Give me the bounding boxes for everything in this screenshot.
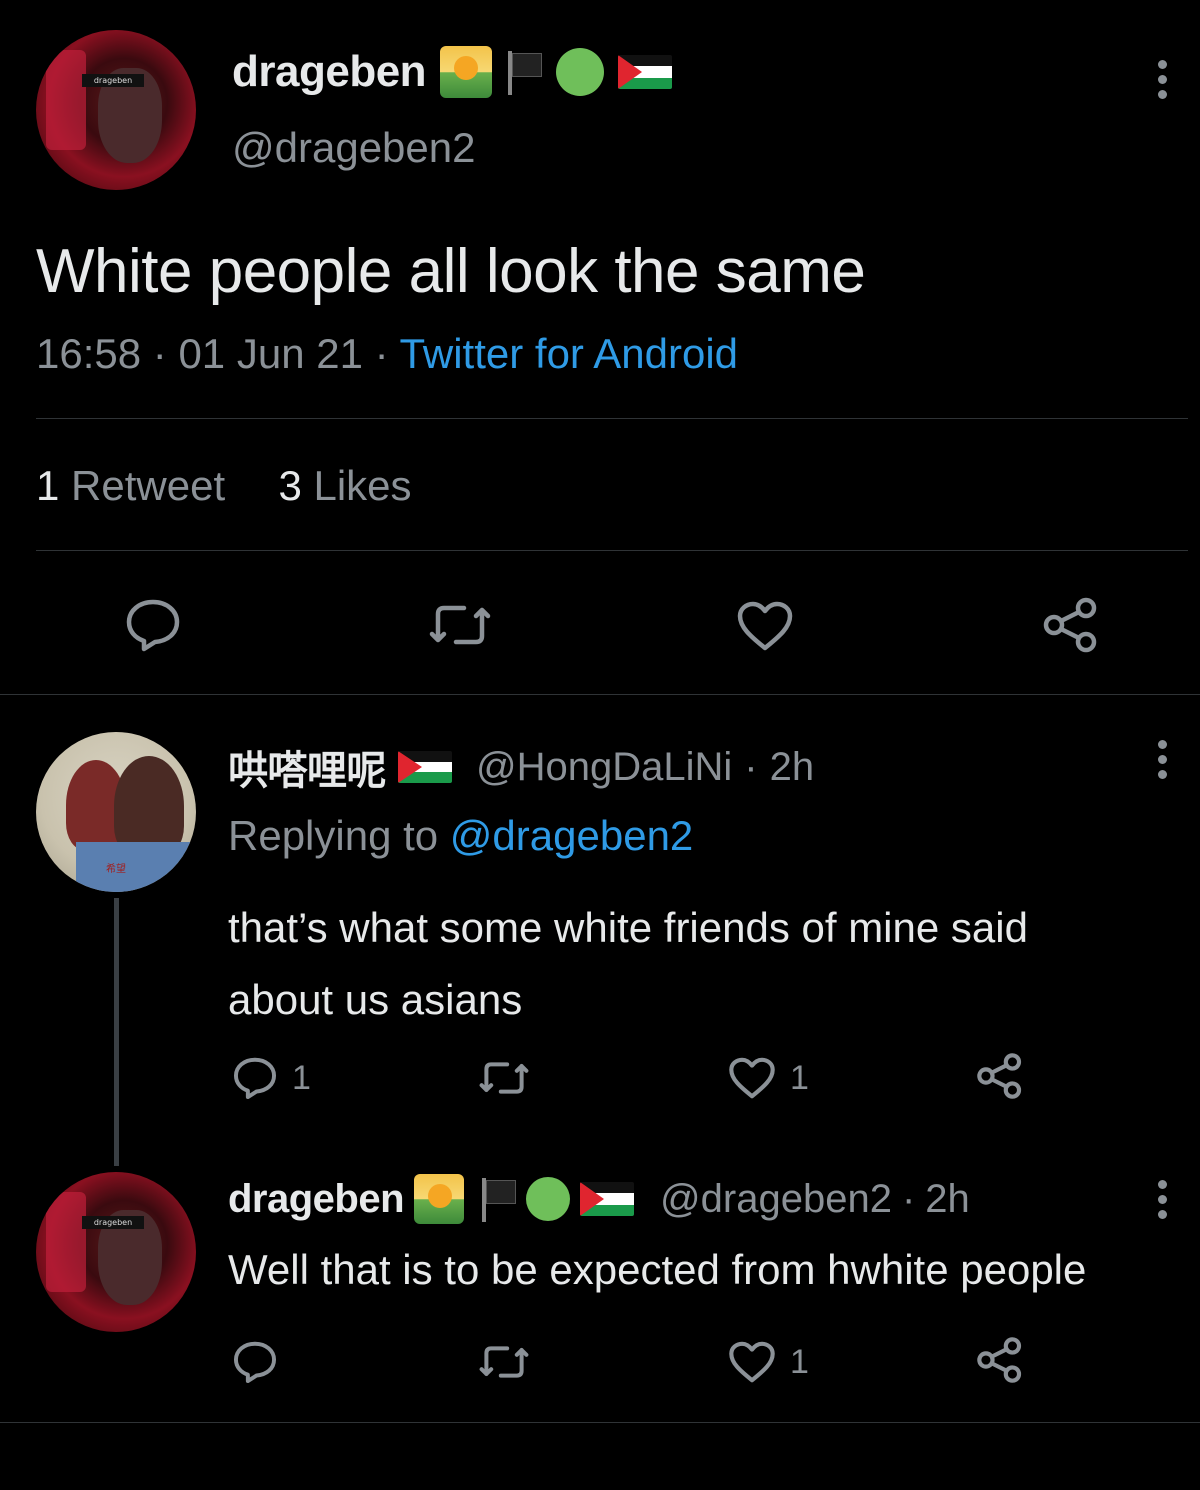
retweet-button[interactable]: [478, 1058, 530, 1098]
more-icon[interactable]: [1158, 740, 1168, 785]
mention-link[interactable]: @drageben2: [450, 812, 694, 859]
avatar[interactable]: 希望: [36, 732, 196, 892]
reply-text: that’s what some white friends of mine s…: [228, 904, 1028, 1023]
retweet-icon: [479, 1062, 529, 1094]
retweets-stat[interactable]: 1 Retweet: [36, 462, 225, 509]
like-count: 1: [790, 1342, 809, 1381]
tweet-age: 2h: [925, 1176, 970, 1221]
author-line: 哄嗒哩呢 @HongDaLiNi · 2h: [228, 738, 814, 796]
tweet-source-link[interactable]: Twitter for Android: [400, 330, 738, 377]
palestine-flag-icon: [580, 1182, 635, 1216]
avatar[interactable]: drageben: [36, 30, 196, 190]
palestine-flag-icon: [398, 751, 452, 783]
like-icon: [729, 1057, 775, 1099]
tweet-meta: 16:58 · 01 Jun 21 · Twitter for Android: [36, 330, 739, 377]
like-icon: [729, 1341, 775, 1383]
retweet-button[interactable]: [428, 600, 492, 650]
engagement-stats: 1 Retweet 3 Likes: [36, 462, 412, 510]
divider: [36, 550, 1188, 551]
avatar[interactable]: drageben: [36, 1172, 196, 1332]
reply-button[interactable]: [232, 1340, 278, 1384]
palestine-flag-icon: [618, 55, 673, 89]
like-icon: [737, 601, 793, 651]
reply-text: Well that is to be expected from hwhite …: [228, 1246, 1087, 1293]
handle[interactable]: @drageben2: [232, 124, 476, 172]
avatar-caption: drageben: [82, 1216, 144, 1229]
reply-button[interactable]: 1: [232, 1056, 311, 1100]
display-name[interactable]: 哄嗒哩呢: [228, 738, 387, 796]
avatar-caption: drageben: [82, 74, 144, 87]
sunrise-over-mountains-icon: [414, 1174, 465, 1224]
like-button[interactable]: 1: [728, 1340, 809, 1384]
like-button[interactable]: [736, 600, 794, 652]
like-count: 1: [790, 1058, 809, 1097]
handle[interactable]: @HongDaLiNi: [476, 745, 732, 790]
black-flag-icon: [506, 49, 543, 95]
sunrise-over-mountains-icon: [440, 46, 493, 98]
reply-icon: [233, 1341, 277, 1384]
divider: [36, 418, 1188, 419]
handle[interactable]: @drageben2: [660, 1177, 892, 1222]
retweet-icon: [429, 605, 491, 645]
tweet-age: 2h: [769, 744, 815, 789]
green-circle-icon: [526, 1177, 571, 1221]
like-button[interactable]: 1: [728, 1056, 809, 1100]
share-button[interactable]: [976, 1052, 1024, 1100]
author-line: drageben: [232, 46, 673, 98]
likes-stat[interactable]: 3 Likes: [278, 462, 411, 509]
divider: [0, 694, 1200, 695]
thread-line: [114, 898, 119, 1166]
share-button[interactable]: [976, 1336, 1024, 1384]
reply-icon: [126, 599, 180, 652]
more-icon[interactable]: [1158, 1180, 1168, 1225]
avatar-caption: 希望: [106, 864, 126, 875]
green-circle-icon: [556, 48, 605, 96]
more-icon[interactable]: [1158, 60, 1168, 105]
share-icon: [977, 1053, 1022, 1099]
tweet-date: 01 Jun 21: [178, 330, 363, 377]
retweet-icon: [479, 1346, 529, 1378]
replying-to: Replying to @drageben2: [228, 812, 694, 859]
tweet-time: 16:58: [36, 330, 142, 377]
display-name[interactable]: drageben: [232, 47, 427, 97]
retweet-button[interactable]: [478, 1342, 530, 1382]
divider: [0, 1422, 1200, 1423]
black-flag-icon: [480, 1176, 517, 1222]
share-icon: [977, 1337, 1022, 1383]
share-button[interactable]: [1042, 596, 1100, 654]
share-icon: [1043, 597, 1097, 653]
reply-count: 1: [292, 1058, 311, 1097]
display-name[interactable]: drageben: [228, 1177, 405, 1222]
author-line: drageben @drageben2 · 2h: [228, 1174, 970, 1224]
reply-icon: [233, 1057, 277, 1100]
tweet-text: White people all look the same: [36, 237, 866, 306]
reply-button[interactable]: [124, 598, 182, 652]
